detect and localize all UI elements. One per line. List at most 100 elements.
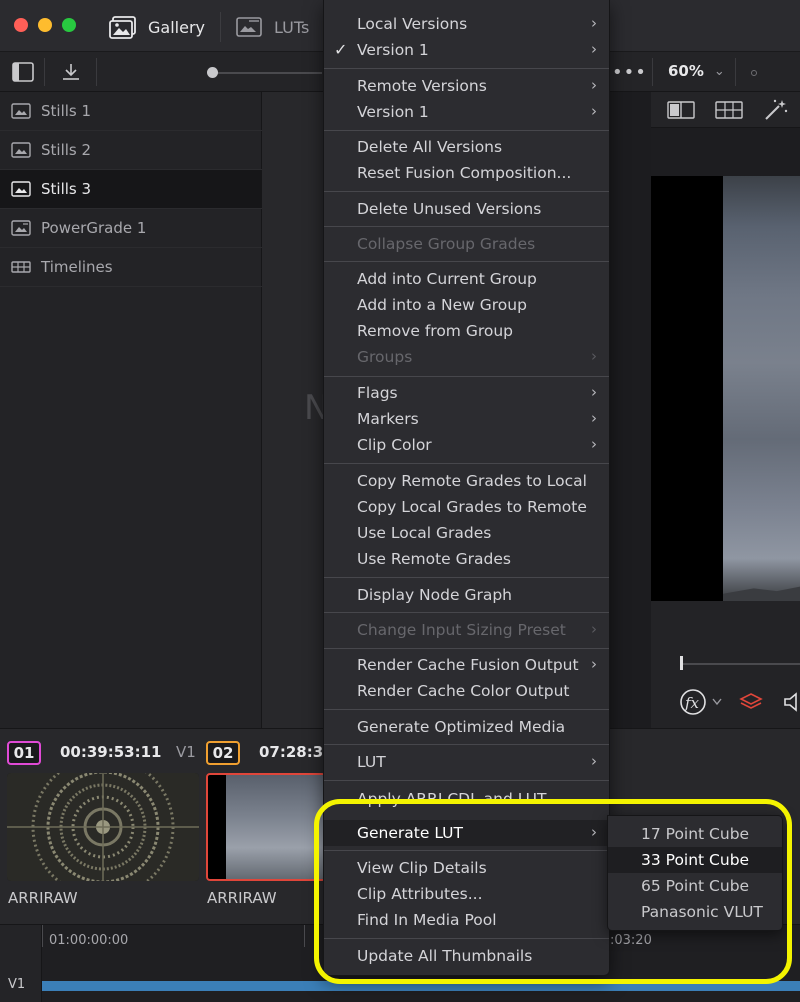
menu-item-reset-fusion-composition[interactable]: Reset Fusion Composition... xyxy=(324,160,609,186)
timelines-icon xyxy=(11,261,31,273)
menu-item-use-local-grades[interactable]: Use Local Grades xyxy=(324,520,609,546)
menu-item-remove-from-group[interactable]: Remove from Group xyxy=(324,318,609,344)
tab-divider xyxy=(220,12,221,42)
menu-item-remote-version-1[interactable]: Version 1 › xyxy=(324,99,609,125)
sidebar-item-stills-1[interactable]: Stills 1 xyxy=(0,92,262,131)
sidebar-toggle-icon[interactable] xyxy=(12,62,34,82)
menu-item-render-cache-color-output[interactable]: Render Cache Color Output xyxy=(324,678,609,704)
menu-item-clip-color[interactable]: Clip Color › xyxy=(324,432,609,458)
magic-wand-icon[interactable] xyxy=(763,98,789,126)
generate-lut-submenu: 17 Point Cube 33 Point Cube 65 Point Cub… xyxy=(607,815,783,931)
zoom-window-button[interactable] xyxy=(62,18,76,32)
menu-item-remote-versions[interactable]: Remote Versions › xyxy=(324,73,609,99)
menu-item-generate-optimized-media[interactable]: Generate Optimized Media xyxy=(324,714,609,740)
close-window-button[interactable] xyxy=(14,18,28,32)
minimize-window-button[interactable] xyxy=(38,18,52,32)
clip-timecode: 00:39:53:11 xyxy=(60,743,162,761)
submenu-item-65-point-cube[interactable]: 65 Point Cube xyxy=(608,873,782,899)
chevron-right-icon: › xyxy=(591,620,597,638)
tab-gallery[interactable]: Gallery xyxy=(108,12,205,42)
menu-separator xyxy=(324,744,609,745)
clip-context-menu: Local Versions › ✓ Version 1 › Remote Versi… xyxy=(323,0,610,976)
chevron-right-icon: › xyxy=(591,823,597,841)
chevron-right-icon: › xyxy=(591,76,597,94)
menu-separator xyxy=(324,709,609,710)
menu-item-display-node-graph[interactable]: Display Node Graph xyxy=(324,582,609,608)
toolbar-divider xyxy=(44,58,45,86)
menu-item-clip-attributes[interactable]: Clip Attributes... xyxy=(324,881,609,907)
chevron-right-icon: › xyxy=(591,102,597,120)
menu-item-copy-local-grades-to-remote[interactable]: Copy Local Grades to Remote xyxy=(324,494,609,520)
submenu-item-17-point-cube[interactable]: 17 Point Cube xyxy=(608,821,782,847)
menu-separator xyxy=(324,938,609,939)
clip-thumbnail-selected[interactable] xyxy=(206,773,326,881)
menu-item-add-into-current-group[interactable]: Add into Current Group xyxy=(324,266,609,292)
tab-luts[interactable]: LUTs xyxy=(234,12,309,42)
gallery-sidebar: Stills 1 Stills 2 Stills 3 PowerGrade 1 … xyxy=(0,92,262,728)
submenu-item-33-point-cube[interactable]: 33 Point Cube xyxy=(608,847,782,873)
sidebar-item-stills-3[interactable]: Stills 3 xyxy=(0,170,262,209)
menu-item-view-clip-details[interactable]: View Clip Details xyxy=(324,855,609,881)
menu-item-render-cache-fusion-output[interactable]: Render Cache Fusion Output › xyxy=(324,652,609,678)
menu-item-flags[interactable]: Flags › xyxy=(324,380,609,406)
viewer-header xyxy=(651,128,800,176)
timeline-tick xyxy=(42,925,43,947)
clip-thumbnail[interactable] xyxy=(7,773,199,881)
menu-item-local-versions[interactable]: Local Versions › xyxy=(324,11,609,37)
stills-album-icon xyxy=(11,103,31,119)
clip-codec-label: ARRIRAW xyxy=(207,889,277,907)
viewer-frame xyxy=(651,176,800,601)
menu-item-update-all-thumbnails[interactable]: Update All Thumbnails xyxy=(324,943,609,969)
sidebar-item-stills-2[interactable]: Stills 2 xyxy=(0,131,262,170)
menu-item-generate-lut[interactable]: Generate LUT › xyxy=(324,820,609,846)
more-options-icon[interactable]: ••• xyxy=(612,62,647,83)
clip-codec-label: ARRIRAW xyxy=(8,889,78,907)
viewer-toolbar xyxy=(651,92,800,128)
luts-icon xyxy=(234,15,264,39)
grid-view-icon[interactable] xyxy=(715,100,743,124)
gallery-icon xyxy=(108,15,138,39)
sidebar-item-powergrade-1[interactable]: PowerGrade 1 xyxy=(0,209,262,248)
menu-item-apply-arri-cdl-and-lut[interactable]: Apply ARRI CDL and LUT xyxy=(324,786,609,812)
timeline-clip-bar[interactable] xyxy=(42,981,800,991)
viewer-playhead[interactable] xyxy=(680,656,683,670)
menu-item-copy-remote-grades-to-local[interactable]: Copy Remote Grades to Local xyxy=(324,468,609,494)
volume-icon[interactable] xyxy=(783,691,800,717)
viewer-transport: fx xyxy=(651,601,800,728)
thumbnail-size-slider-knob[interactable] xyxy=(207,67,218,78)
menu-separator xyxy=(324,463,609,464)
menu-item-delete-all-versions[interactable]: Delete All Versions xyxy=(324,134,609,160)
layers-icon[interactable] xyxy=(739,692,763,716)
menu-item-markers[interactable]: Markers › xyxy=(324,406,609,432)
viewer-scrubber[interactable] xyxy=(681,663,800,665)
sidebar-item-label: PowerGrade 1 xyxy=(41,219,147,237)
tab-gallery-label: Gallery xyxy=(148,17,205,37)
menu-separator xyxy=(324,191,609,192)
zoom-select[interactable]: 60% ⌄ xyxy=(668,62,725,80)
submenu-item-panasonic-vlut[interactable]: Panasonic VLUT xyxy=(608,899,782,925)
chevron-right-icon: › xyxy=(591,409,597,427)
menu-item-local-version-1[interactable]: ✓ Version 1 › xyxy=(324,37,609,63)
powergrade-album-icon xyxy=(11,220,31,236)
chevron-right-icon: › xyxy=(591,435,597,453)
download-icon[interactable] xyxy=(60,62,82,82)
sidebar-item-label: Stills 3 xyxy=(41,180,92,198)
menu-separator xyxy=(324,68,609,69)
menu-item-change-input-sizing-preset: Change Input Sizing Preset › xyxy=(357,620,597,639)
clip-track: V1 xyxy=(176,743,196,761)
menu-item-lut[interactable]: LUT › xyxy=(324,749,609,775)
menu-item-delete-unused-versions[interactable]: Delete Unused Versions xyxy=(324,196,609,222)
split-screen-icon[interactable] xyxy=(667,100,695,124)
sidebar-item-timelines[interactable]: Timelines xyxy=(0,248,262,287)
test-chart-image xyxy=(7,773,199,881)
menu-item-add-into-new-group[interactable]: Add into a New Group xyxy=(324,292,609,318)
timeline-timecode: :03:20 xyxy=(610,933,652,948)
chevron-down-icon: ⌄ xyxy=(713,64,725,79)
fx-icon[interactable]: fx xyxy=(679,687,725,721)
toolbar-divider xyxy=(96,58,97,86)
menu-item-find-in-media-pool[interactable]: Find In Media Pool xyxy=(324,907,609,933)
thumbnail-size-slider[interactable] xyxy=(212,72,322,74)
menu-item-use-remote-grades[interactable]: Use Remote Grades xyxy=(324,546,609,572)
menu-separator xyxy=(324,648,609,649)
clip-number-badge: 02 xyxy=(206,741,240,765)
